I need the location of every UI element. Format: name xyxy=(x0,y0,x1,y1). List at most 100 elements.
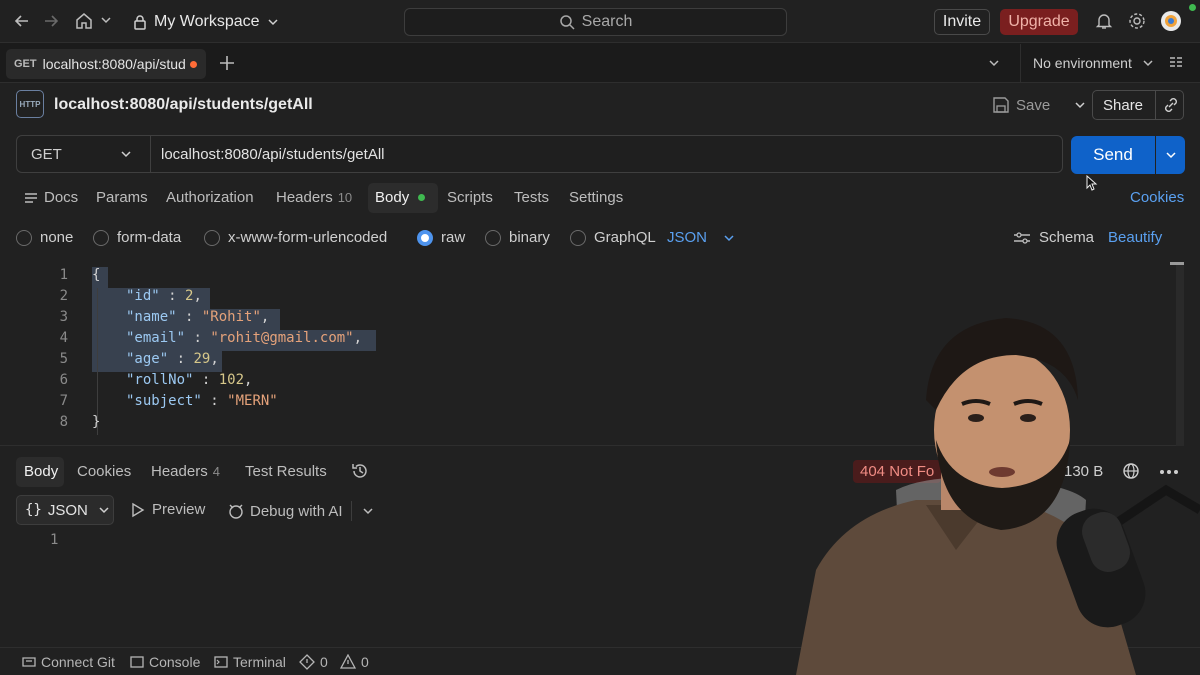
radio-urlencoded[interactable]: x-www-form-urlencoded xyxy=(204,229,387,246)
send-button[interactable]: Send xyxy=(1071,136,1155,174)
invite-button[interactable]: Invite xyxy=(934,9,990,35)
environment-selector[interactable]: No environment xyxy=(1020,44,1184,82)
radio-none[interactable]: none xyxy=(16,229,73,246)
response-headers-label: Headers xyxy=(151,463,208,480)
url-input[interactable]: localhost:8080/api/students/getAll xyxy=(161,146,384,163)
json-key: "subject" xyxy=(126,393,202,409)
environment-quicklook-icon[interactable] xyxy=(1168,55,1184,71)
debug-with-ai-button[interactable]: Debug with AI xyxy=(227,501,374,521)
code-line: "age" : 29, xyxy=(126,351,219,367)
code-line: "email" : "rohit@gmail.com", xyxy=(126,330,363,346)
radio-form-data[interactable]: form-data xyxy=(93,229,181,246)
environment-label: No environment xyxy=(1033,55,1132,71)
request-title[interactable]: localhost:8080/api/students/getAll xyxy=(54,96,313,114)
radio-binary[interactable]: binary xyxy=(485,229,550,246)
code-line: "subject" : "MERN" xyxy=(126,393,278,409)
tab-authorization[interactable]: Authorization xyxy=(166,189,254,206)
line-number: 1 xyxy=(59,267,68,283)
bell-icon[interactable] xyxy=(1095,12,1113,30)
save-button[interactable]: Save xyxy=(992,92,1086,118)
forward-arrow-icon[interactable] xyxy=(43,13,59,29)
console-label: Console xyxy=(149,654,201,670)
tab-docs[interactable]: Docs xyxy=(24,189,78,206)
workspace-name: My Workspace xyxy=(154,13,260,30)
link-icon[interactable] xyxy=(1163,97,1179,113)
avatar[interactable] xyxy=(1160,10,1182,32)
scrollbar-thumb[interactable] xyxy=(1170,262,1184,265)
radio-circle xyxy=(485,229,501,246)
debug-ai-icon xyxy=(229,504,243,519)
save-label: Save xyxy=(1016,96,1051,114)
line-number: 7 xyxy=(59,393,68,409)
chevron-down-icon[interactable] xyxy=(1074,99,1086,111)
send-options-button[interactable] xyxy=(1156,136,1185,174)
gear-icon[interactable] xyxy=(1128,12,1146,30)
request-tab[interactable]: GET localhost:8080/api/stud xyxy=(6,49,206,79)
share-button[interactable]: Share xyxy=(1092,90,1184,120)
chevron-down-icon[interactable] xyxy=(988,57,1000,69)
method-select[interactable]: GET xyxy=(17,136,151,172)
errors-indicator[interactable]: 0 xyxy=(299,654,328,670)
brace-close: } xyxy=(92,414,101,430)
radio-graphql[interactable]: GraphQL xyxy=(570,229,656,246)
response-tab-test-results[interactable]: Test Results xyxy=(245,463,327,480)
response-format-value: JSON xyxy=(47,501,88,519)
code-line: "rollNo" : 102, xyxy=(126,372,253,388)
tab-body[interactable]: Body xyxy=(375,189,426,206)
code-line: { xyxy=(92,267,100,283)
json-key: "age" xyxy=(126,351,169,367)
line-number: 3 xyxy=(59,309,68,325)
json-value: 102 xyxy=(218,372,245,388)
radio-raw[interactable]: raw xyxy=(417,229,465,246)
response-tab-cookies[interactable]: Cookies xyxy=(77,463,131,480)
radio-circle xyxy=(570,229,586,246)
schema-icon xyxy=(1014,231,1030,244)
code-line: "name" : "Rohit", xyxy=(126,309,270,325)
git-icon xyxy=(22,657,36,667)
tab-scripts[interactable]: Scripts xyxy=(447,189,493,206)
code-line: } xyxy=(92,414,100,430)
schema-button[interactable]: Schema xyxy=(1013,229,1094,246)
search-input[interactable]: Search xyxy=(404,8,787,36)
body-active-dot-icon xyxy=(418,194,426,201)
tab-tests[interactable]: Tests xyxy=(514,189,549,206)
response-tab-headers[interactable]: Headers 4 xyxy=(151,463,220,480)
chevron-down-icon[interactable] xyxy=(362,505,374,517)
tab-params[interactable]: Params xyxy=(96,189,148,206)
workspace-switcher[interactable]: My Workspace xyxy=(132,11,279,33)
tab-method: GET xyxy=(14,58,37,70)
home-icon[interactable] xyxy=(75,12,93,30)
save-icon xyxy=(993,97,1009,113)
line-number: 6 xyxy=(59,372,68,388)
connect-git-button[interactable]: Connect Git xyxy=(22,654,115,670)
chevron-down-icon xyxy=(1165,152,1176,159)
chevron-down-icon xyxy=(267,19,278,26)
unsaved-dot-icon xyxy=(190,61,197,68)
preview-button[interactable]: Preview xyxy=(131,501,205,518)
search-placeholder: Search xyxy=(581,13,633,30)
back-arrow-icon[interactable] xyxy=(14,13,30,29)
debug-ai-label: Debug with AI xyxy=(250,502,343,520)
console-button[interactable]: Console xyxy=(130,654,200,670)
body-format-select[interactable]: JSON xyxy=(667,229,735,246)
radio-none-label: none xyxy=(40,229,74,246)
warnings-indicator[interactable]: 0 xyxy=(340,654,369,670)
cookies-link[interactable]: Cookies xyxy=(1130,189,1184,206)
history-icon[interactable] xyxy=(351,462,369,480)
response-tab-body[interactable]: Body xyxy=(24,463,58,480)
mouse-cursor-icon xyxy=(1086,175,1098,191)
tab-docs-label: Docs xyxy=(44,189,79,206)
plus-icon[interactable] xyxy=(218,54,236,72)
line-number: 8 xyxy=(59,414,68,430)
brace-open: { xyxy=(92,267,101,283)
connect-git-label: Connect Git xyxy=(41,654,115,670)
upgrade-button[interactable]: Upgrade xyxy=(1000,9,1078,35)
terminal-button[interactable]: Terminal xyxy=(214,654,286,670)
radio-circle-selected xyxy=(417,229,433,246)
chevron-down-icon xyxy=(724,234,734,241)
tab-headers[interactable]: Headers 10 xyxy=(276,189,352,206)
beautify-button[interactable]: Beautify xyxy=(1108,229,1162,246)
chevron-down-icon[interactable] xyxy=(100,14,112,26)
response-format-select[interactable]: {} JSON xyxy=(16,495,114,525)
tab-settings[interactable]: Settings xyxy=(569,189,623,206)
